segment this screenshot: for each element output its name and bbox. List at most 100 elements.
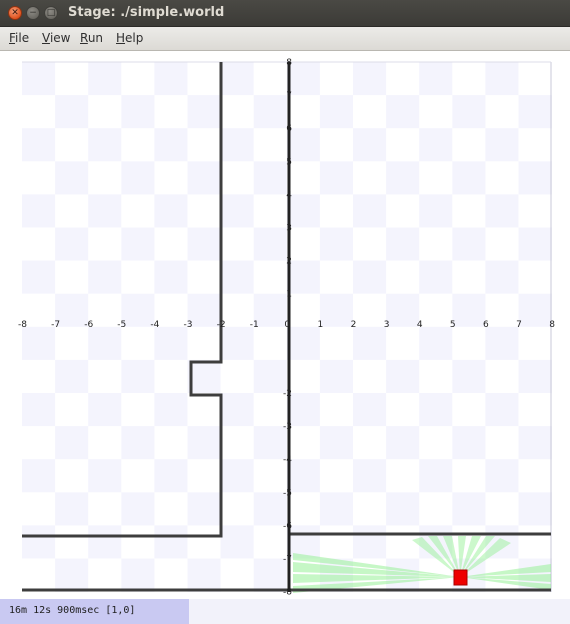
checker-cell	[22, 359, 56, 394]
checker-cell	[187, 558, 221, 592]
checker-cell	[22, 128, 56, 162]
robot-square-icon[interactable]	[453, 569, 468, 586]
checker-cell	[220, 525, 254, 559]
x-tick-label: 7	[516, 320, 522, 330]
checker-cell	[518, 525, 552, 559]
y-tick-label: -8	[283, 588, 292, 598]
checker-cell	[518, 95, 552, 129]
checker-cell	[22, 393, 56, 427]
checker-cell	[386, 161, 420, 195]
x-tick-label: 4	[417, 320, 423, 330]
checker-cell	[220, 426, 254, 460]
x-tick-label: 1	[318, 320, 324, 330]
x-tick-label: 6	[483, 320, 489, 330]
checker-cell	[55, 194, 89, 228]
x-tick-label: -4	[150, 320, 159, 330]
checker-cell	[319, 326, 354, 361]
checker-cell	[187, 393, 221, 427]
checker-cell	[485, 95, 519, 129]
checker-cell	[121, 326, 155, 361]
checker-cell	[154, 260, 188, 294]
checker-cell	[55, 359, 89, 394]
checker-cell	[518, 62, 552, 96]
checker-cell	[121, 359, 155, 394]
checker-cell	[485, 459, 519, 493]
checker-cell	[386, 525, 420, 559]
checker-cell	[121, 459, 155, 493]
menu-file[interactable]: File	[9, 31, 29, 45]
checker-cell	[419, 227, 453, 261]
menu-run-mnemonic: R	[80, 31, 88, 45]
close-icon[interactable]: ✕	[8, 6, 22, 20]
checker-cell	[386, 393, 420, 427]
checker-cell	[386, 227, 420, 261]
checker-cell	[154, 95, 188, 129]
checker-cell	[220, 393, 254, 427]
maximize-icon[interactable]: □	[44, 6, 58, 20]
checker-cell	[121, 128, 155, 162]
checker-cell	[154, 393, 188, 427]
checker-cell	[419, 326, 453, 361]
checker-cell	[187, 426, 221, 460]
checker-cell	[386, 459, 420, 493]
checker-cell	[319, 492, 354, 526]
checker-cell	[220, 128, 254, 162]
checker-cell	[419, 260, 453, 294]
x-tick-label: -7	[51, 320, 60, 330]
checker-cell	[485, 194, 519, 228]
checker-cell	[187, 161, 221, 195]
checker-cell	[88, 326, 122, 361]
checker-cell	[319, 62, 354, 96]
minimize-icon[interactable]: −	[26, 6, 40, 20]
menu-bar: File View Run Help	[0, 27, 570, 51]
checker-cell	[386, 426, 420, 460]
y-tick-label: 7	[286, 91, 292, 101]
checker-cell	[452, 128, 486, 162]
checker-cell	[55, 426, 89, 460]
world-view[interactable]: -8 -7 -6 -5 -4 -3 -2 -1 0 1 2 3 4 5 6 7 8 8 7 6 5 4 3 2 1 -2 -3 -4…	[0, 51, 570, 624]
checker-cell	[55, 62, 89, 96]
checker-cell	[187, 95, 221, 129]
checker-cell	[220, 558, 254, 592]
checker-cell	[353, 326, 387, 361]
checker-cell	[353, 525, 387, 559]
checker-cell	[55, 227, 89, 261]
menu-view[interactable]: View	[42, 31, 70, 45]
checker-cell	[22, 426, 56, 460]
checker-cell	[88, 426, 122, 460]
checker-cell	[88, 260, 122, 294]
checker-cell	[88, 62, 122, 96]
checker-cell	[319, 393, 354, 427]
checker-cell	[55, 558, 89, 592]
y-tick-label: -3	[283, 422, 292, 432]
y-tick-label: -2	[283, 389, 292, 399]
y-tick-label: -4	[283, 455, 292, 465]
checker-cell	[485, 128, 519, 162]
checker-cell	[22, 161, 56, 195]
menu-help[interactable]: Help	[116, 31, 143, 45]
x-tick-label: -3	[184, 320, 193, 330]
menu-run[interactable]: Run	[80, 31, 103, 45]
y-tick-label: -6	[283, 521, 292, 531]
checker-cell	[353, 426, 387, 460]
checker-cell	[220, 95, 254, 129]
checker-cell	[319, 95, 354, 129]
checker-cell	[55, 459, 89, 493]
checker-cell	[518, 459, 552, 493]
checker-cell	[187, 492, 221, 526]
world-canvas[interactable]: -8 -7 -6 -5 -4 -3 -2 -1 0 1 2 3 4 5 6 7 8 8 7 6 5 4 3 2 1 -2 -3 -4…	[0, 51, 570, 624]
checker-cell	[386, 359, 420, 394]
menu-view-rest: iew	[49, 31, 71, 45]
checker-cell	[485, 326, 519, 361]
checker-cell	[485, 227, 519, 261]
y-tick-label: 2	[286, 257, 292, 267]
checker-cell	[419, 95, 453, 129]
checker-cell	[187, 194, 221, 228]
status-bar: 16m 12s 900msec [1,0]	[0, 599, 189, 624]
checker-cell	[452, 260, 486, 294]
checker-cell	[187, 260, 221, 294]
checker-cell	[452, 393, 486, 427]
checker-cell	[22, 95, 56, 129]
y-tick-label: 1	[286, 290, 292, 300]
window-title: Stage: ./simple.world	[68, 5, 225, 20]
